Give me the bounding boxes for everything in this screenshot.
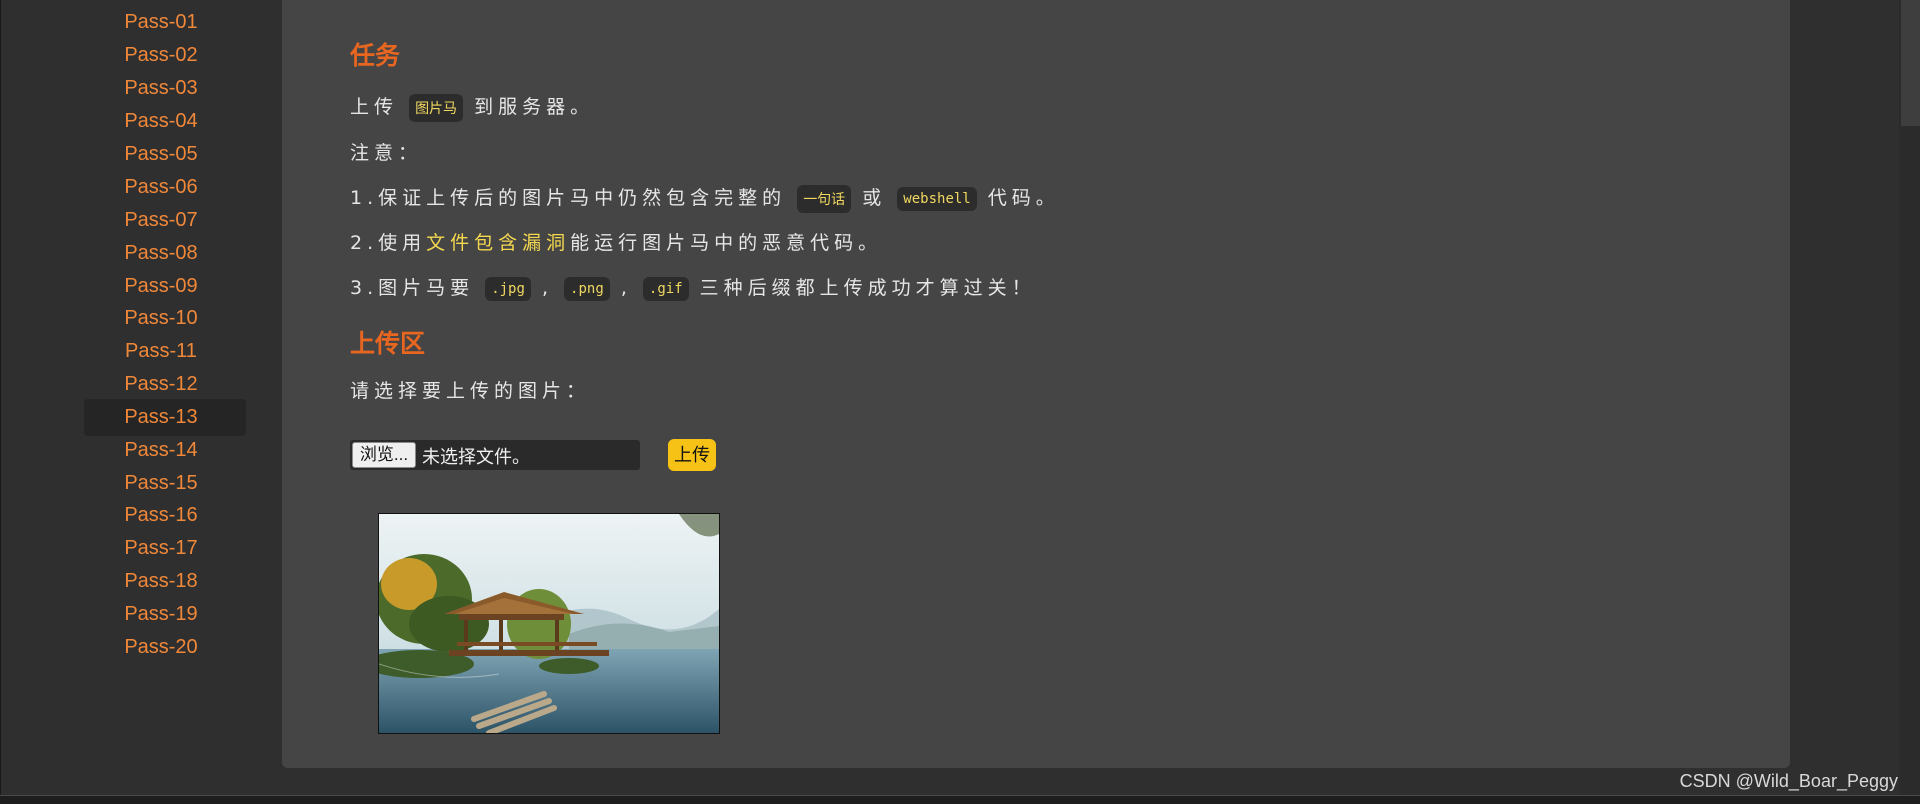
note-item-1: 1.保证上传后的图片马中仍然包含完整的 一句话 或 webshell 代码。 [350, 183, 1060, 213]
sidebar-item-pass-10[interactable]: Pass-10 [84, 300, 246, 337]
no-file-selected-text: 未选择文件。 [422, 447, 530, 467]
sidebar-item-label: Pass-05 [124, 143, 198, 165]
sidebar-item-label: Pass-17 [124, 537, 198, 559]
file-inclusion-highlight: 文件包含漏洞 [426, 232, 571, 254]
sidebar-item-label: Pass-13 [124, 406, 198, 428]
code-tag-webshell: webshell [897, 186, 977, 211]
sidebar-item-label: Pass-04 [124, 110, 198, 132]
sidebar-item-pass-14[interactable]: Pass-14 [84, 432, 246, 469]
code-tag-one-liner: 一句话 [797, 184, 852, 213]
sidebar-item-pass-13[interactable]: Pass-13 [84, 399, 246, 436]
sidebar-item-pass-03[interactable]: Pass-03 [84, 70, 246, 107]
note-text: 或 [862, 187, 887, 209]
browse-button[interactable]: 浏览... [352, 442, 416, 468]
sidebar-item-label: Pass-19 [124, 603, 198, 625]
uploaded-image-preview [378, 513, 720, 734]
sidebar-item-label: Pass-20 [124, 636, 198, 658]
sidebar-item-label: Pass-14 [124, 439, 198, 461]
note-label: 注意： [350, 142, 423, 164]
upload-button[interactable]: 上传 [668, 439, 716, 471]
sidebar-item-pass-06[interactable]: Pass-06 [84, 169, 246, 206]
sidebar-item-label: Pass-12 [124, 373, 198, 395]
note-item-2: 2.使用文件包含漏洞能运行图片马中的恶意代码。 [350, 228, 882, 255]
sidebar-item-pass-05[interactable]: Pass-05 [84, 136, 246, 173]
sidebar-item-pass-08[interactable]: Pass-08 [84, 235, 246, 272]
sidebar-item-label: Pass-03 [124, 77, 198, 99]
note-item-3: 3.图片马要 .jpg , .png , .gif 三种后缀都上传成功才算过关！ [350, 273, 1036, 301]
sidebar-item-pass-19[interactable]: Pass-19 [84, 596, 246, 633]
scrollbar-thumb[interactable] [1901, 0, 1920, 126]
sidebar-item-label: Pass-11 [125, 340, 197, 362]
sidebar-item-pass-17[interactable]: Pass-17 [84, 530, 246, 567]
code-tag-gif: .gif [642, 276, 689, 301]
level-sidebar: Pass-01 Pass-02 Pass-03 Pass-04 Pass-05 … [0, 0, 283, 804]
sidebar-item-pass-18[interactable]: Pass-18 [84, 563, 246, 600]
sidebar-item-label: Pass-07 [124, 209, 198, 231]
sidebar-item-label: Pass-09 [124, 275, 198, 297]
note-text: 1.保证上传后的图片马中仍然包含完整的 [350, 187, 787, 209]
sidebar-item-label: Pass-06 [124, 176, 198, 198]
file-input[interactable]: 浏览... 未选择文件。 [350, 440, 640, 470]
note-text: 3.图片马要 [350, 277, 475, 299]
sidebar-item-label: Pass-16 [124, 504, 198, 526]
code-tag-png: .png [564, 276, 610, 301]
sidebar-item-label: Pass-02 [124, 44, 198, 66]
task-text-after: 到服务器。 [474, 96, 595, 118]
sidebar-item-pass-20[interactable]: Pass-20 [84, 629, 246, 666]
watermark: CSDN @Wild_Boar_Peggy [1679, 771, 1898, 791]
separator: , [541, 277, 553, 299]
note-text: 能运行图片马中的恶意代码。 [570, 232, 883, 254]
bottom-edge [0, 795, 1920, 804]
sidebar-item-pass-02[interactable]: Pass-02 [84, 37, 246, 74]
sidebar-item-pass-12[interactable]: Pass-12 [84, 366, 246, 403]
note-text: 2.使用 [350, 232, 427, 254]
content-panel: 任务 上传 图片马 到服务器。 注意： 1.保证上传后的图片马中仍然包含完整的 … [282, 0, 1790, 768]
sidebar-item-label: Pass-18 [124, 570, 198, 592]
note-text: 三种后缀都上传成功才算过关！ [699, 277, 1036, 299]
sidebar-item-pass-16[interactable]: Pass-16 [84, 497, 246, 534]
task-heading: 任务 [350, 42, 401, 70]
code-tag-jpg: .jpg [485, 276, 531, 301]
sidebar-item-label: Pass-01 [124, 11, 198, 33]
code-tag-image-horse: 图片马 [409, 93, 464, 122]
task-text-before: 上传 [350, 96, 399, 118]
sidebar-item-label: Pass-10 [124, 307, 198, 329]
note-text: 代码。 [987, 187, 1060, 209]
sidebar-item-pass-07[interactable]: Pass-07 [84, 202, 246, 239]
sidebar-item-label: Pass-08 [124, 242, 198, 264]
landscape-pavilion-image [379, 514, 719, 733]
sidebar-item-pass-04[interactable]: Pass-04 [84, 103, 246, 140]
upload-prompt: 请选择要上传的图片： [350, 380, 591, 402]
task-description: 上传 图片马 到服务器。 [350, 92, 594, 122]
upload-heading: 上传区 [350, 330, 426, 358]
sidebar-item-pass-01[interactable]: Pass-01 [84, 4, 246, 41]
sidebar-item-label: Pass-15 [124, 472, 198, 494]
separator: , [620, 277, 632, 299]
sidebar-item-pass-11[interactable]: Pass-11 [84, 333, 246, 370]
